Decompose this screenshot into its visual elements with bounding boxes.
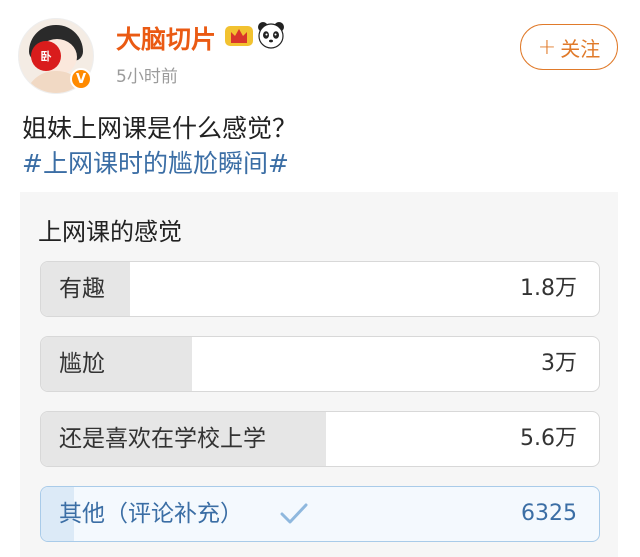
verified-badge-icon: V xyxy=(70,68,92,90)
poll-option-count: 6325 xyxy=(521,501,577,526)
poll-option-2[interactable]: 尴尬 3万 xyxy=(40,336,600,392)
poll-option-1[interactable]: 有趣 1.8万 xyxy=(40,261,600,317)
poll-option-label: 有趣 xyxy=(59,276,105,302)
poll-option-label: 还是喜欢在学校上学 xyxy=(59,426,266,452)
poll-option-count: 5.6万 xyxy=(520,426,577,451)
poll-title: 上网课的感觉 xyxy=(38,218,182,246)
poll-option-4[interactable]: 其他（评论补充） 6325 xyxy=(40,486,600,542)
hashtag-link[interactable]: #上网课时的尴尬瞬间# xyxy=(22,145,289,183)
poll-option-3[interactable]: 还是喜欢在学校上学 5.6万 xyxy=(40,411,600,467)
username[interactable]: 大脑切片 xyxy=(116,20,216,56)
follow-button[interactable]: + 关注 xyxy=(520,24,618,70)
crown-icon xyxy=(225,26,253,46)
follow-label: 关注 xyxy=(560,36,601,61)
panda-icon xyxy=(258,22,284,49)
poll-option-label: 其他（评论补充） xyxy=(59,501,243,527)
post-text: 姐妹上网课是什么感觉？ xyxy=(22,114,298,143)
poll-option-count: 3万 xyxy=(541,351,577,376)
poll-option-count: 1.8万 xyxy=(520,276,577,301)
poll-card: 上网课的感觉 有趣 1.8万 尴尬 3万 还是喜欢在学校上学 5.6万 其他（评… xyxy=(20,192,618,557)
poll-option-label: 尴尬 xyxy=(59,351,105,377)
timestamp: 5小时前 xyxy=(116,67,178,87)
checkmark-icon xyxy=(280,503,308,524)
avatar-stamp: 卧 xyxy=(31,41,61,71)
plus-icon: + xyxy=(537,34,557,60)
